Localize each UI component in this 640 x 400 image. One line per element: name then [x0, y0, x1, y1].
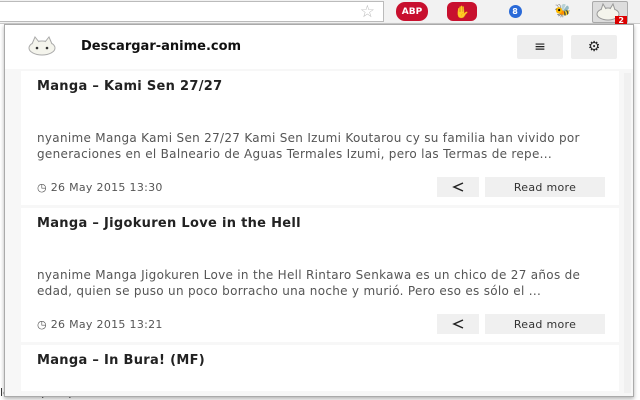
blue-extension-icon[interactable]: 8 — [500, 2, 530, 21]
settings-button[interactable]: ⚙ — [571, 35, 617, 59]
post-title[interactable]: Manga – In Bura! (MF) — [37, 353, 603, 368]
gear-icon: ⚙ — [587, 39, 601, 55]
bookmark-star-icon[interactable]: ☆ — [360, 2, 375, 22]
share-button[interactable] — [437, 314, 479, 334]
site-name: Descargar-anime.com — [81, 39, 242, 54]
adblock-extension-icon[interactable]: ABP — [396, 2, 428, 21]
post-excerpt: nyanime Manga Jigokuren Love in the Hell… — [37, 268, 581, 298]
share-button[interactable] — [437, 177, 479, 197]
scrollbar[interactable] — [624, 73, 631, 393]
post-title[interactable]: Manga – Jigokuren Love in the Hell — [37, 216, 603, 231]
list-icon: ≡ — [534, 39, 546, 55]
post-excerpt: nyanime Manga Kami Sen 27/27 Kami Sen Iz… — [37, 131, 580, 161]
browser-toolbar: ☆ ABP ✋ 8 🐝 2 — [0, 0, 640, 25]
list-view-button[interactable]: ≡ — [517, 35, 563, 59]
anime-extension-button[interactable]: 2 — [592, 1, 628, 25]
share-icon — [452, 319, 464, 329]
post-list: Manga – Kami Sen 27/27 nyanime Manga Kam… — [21, 71, 619, 391]
extension-popup: Descargar-anime.com ≡ ⚙ Manga – Kami Sen… — [4, 24, 634, 397]
post-card: Manga – Jigokuren Love in the Hell nyani… — [21, 208, 619, 342]
post-date: ◷ 26 May 2015 13:21 — [37, 318, 163, 331]
site-logo-icon — [28, 36, 56, 56]
post-date: ◷ 26 May 2015 13:30 — [37, 181, 163, 194]
stop-hand-extension-icon[interactable]: ✋ — [447, 2, 477, 21]
post-title[interactable]: Manga – Kami Sen 27/27 — [37, 79, 603, 94]
address-bar[interactable]: ☆ — [0, 1, 384, 22]
bee-extension-icon[interactable]: 🐝 — [550, 2, 576, 21]
read-more-button[interactable]: Read more — [485, 314, 605, 334]
clock-icon: ◷ — [37, 181, 51, 194]
post-card: Manga – In Bura! (MF) — [21, 345, 619, 391]
share-icon — [452, 182, 464, 192]
clock-icon: ◷ — [37, 318, 51, 331]
post-card: Manga – Kami Sen 27/27 nyanime Manga Kam… — [21, 71, 619, 205]
read-more-button[interactable]: Read more — [485, 177, 605, 197]
popup-header: Descargar-anime.com ≡ ⚙ — [5, 25, 633, 69]
